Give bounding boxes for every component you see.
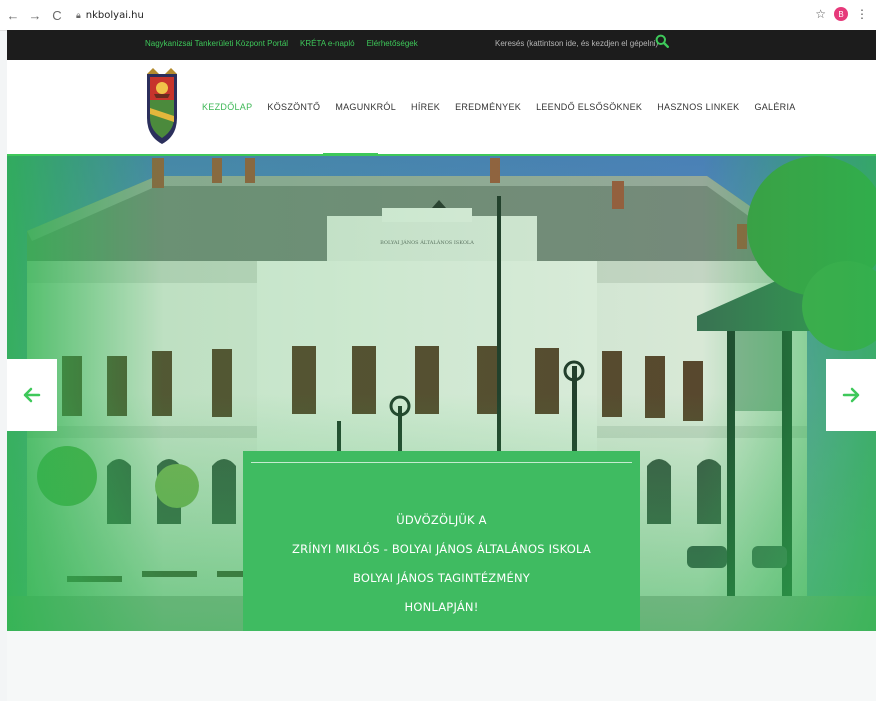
arrow-left-icon	[23, 387, 41, 403]
menu-item-useful-links[interactable]: HASZNOS LINKEK	[657, 102, 739, 112]
bookmark-star-icon[interactable]: ☆	[815, 7, 826, 21]
menu-item-gallery[interactable]: GALÉRIA	[754, 102, 795, 112]
toplink-kreta[interactable]: KRÉTA e-napló	[300, 39, 355, 48]
toplink-portal[interactable]: Nagykanizsai Tankerületi Központ Portál	[145, 39, 288, 48]
menu-item-news[interactable]: HÍREK	[411, 102, 440, 112]
forward-icon[interactable]: →	[26, 6, 44, 24]
search-field[interactable]: Keresés (kattintson ide, és kezdjen el g…	[495, 39, 658, 48]
caption-divider-top	[251, 462, 632, 463]
caption-line-4: HONLAPJÁN!	[404, 600, 479, 614]
reload-icon[interactable]: C	[48, 6, 66, 24]
menu-item-results[interactable]: EREDMÉNYEK	[455, 102, 521, 112]
caption-line-2: ZRÍNYI MIKLÓS - BOLYAI JÁNOS ÁLTALÁNOS I…	[292, 542, 591, 556]
menu-item-future-students[interactable]: LEENDŐ ELSŐSÖKNEK	[536, 102, 642, 112]
top-bar: Nagykanizsai Tankerületi Központ Portál …	[7, 30, 876, 60]
menu-item-about[interactable]: MAGUNKRÓL	[335, 102, 396, 112]
menu-item-home[interactable]: KEZDŐLAP	[202, 102, 252, 112]
site-header: KEZDŐLAP KÖSZÖNTŐ MAGUNKRÓL HÍREK EREDMÉ…	[7, 60, 876, 156]
toplink-contact[interactable]: Elérhetőségek	[367, 39, 418, 48]
address-bar[interactable]: nkbolyai.hu	[86, 10, 144, 21]
arrow-right-icon	[842, 387, 860, 403]
caption-line-3: BOLYAI JÁNOS TAGINTÉZMÉNY	[352, 571, 531, 585]
caption-line-1: ÜDVÖZÖLJÜK A	[396, 513, 487, 527]
back-icon[interactable]: ←	[4, 6, 22, 24]
slider-next-button[interactable]	[826, 359, 876, 431]
lock-icon[interactable]: 🔒︎	[76, 10, 81, 21]
browser-menu-icon[interactable]: ⋮	[856, 7, 868, 21]
browser-toolbar: ← → C 🔒︎ nkbolyai.hu ☆ B ⋮	[0, 0, 876, 31]
main-menu: KEZDŐLAP KÖSZÖNTŐ MAGUNKRÓL HÍREK EREDMÉ…	[202, 102, 811, 112]
search-icon[interactable]	[655, 34, 669, 48]
slider-prev-button[interactable]	[7, 359, 57, 431]
menu-item-welcome[interactable]: KÖSZÖNTŐ	[267, 102, 320, 112]
page-content-area	[7, 631, 876, 701]
profile-avatar[interactable]: B	[834, 7, 848, 21]
school-crest-logo[interactable]	[145, 68, 179, 146]
